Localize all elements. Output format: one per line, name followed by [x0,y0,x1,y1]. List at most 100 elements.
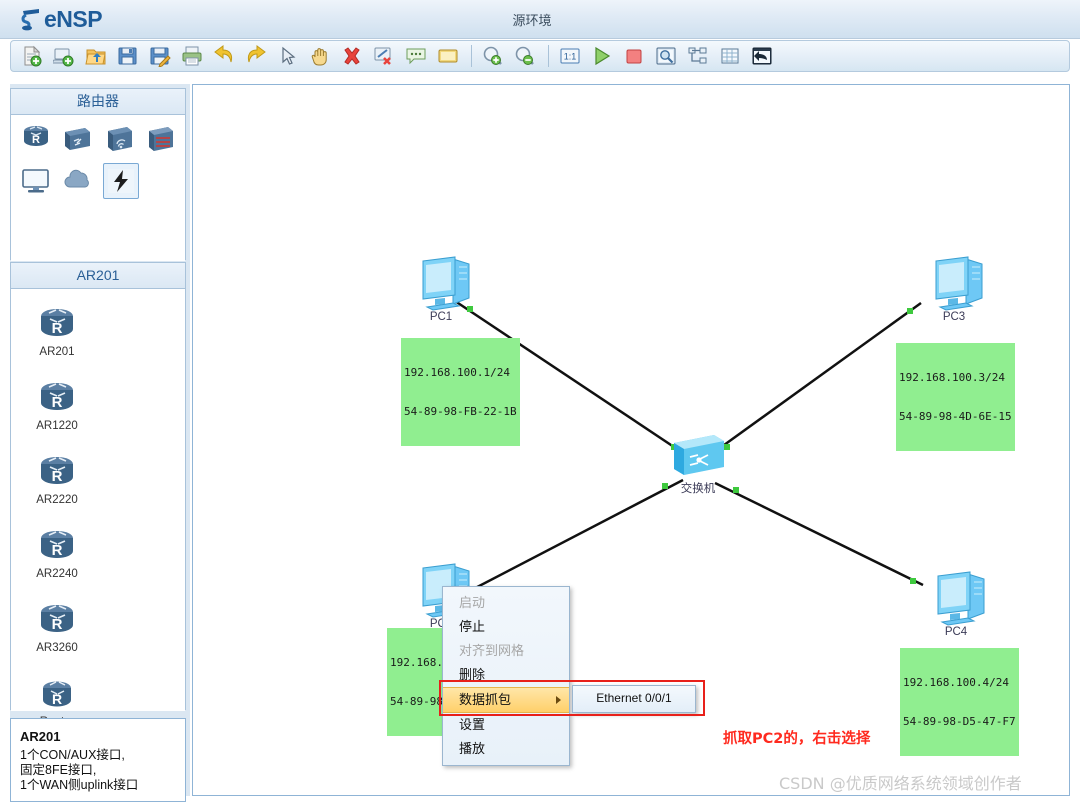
model-item-ar2220[interactable]: R AR2220 [15,445,99,519]
device-category-body: R [11,115,185,261]
node-context-menu[interactable]: 启动 停止 对齐到网格 删除 数据抓包 设置 播放 [442,586,570,766]
node-switch[interactable]: 交换机 [668,425,738,497]
description-line-1: 1个CON/AUX接口, [20,748,125,762]
print-icon[interactable] [177,42,206,70]
node-label: PC3 [942,311,966,323]
node-label: PC1 [429,311,453,323]
router-icon[interactable]: R [19,121,53,155]
node-pc1[interactable]: PC1 [415,255,481,325]
context-menu-item-capture[interactable]: 数据抓包 [443,687,569,713]
ip-address: 192.168.100.3/24 [899,371,1005,384]
model-item-ar1220[interactable]: R AR1220 [15,371,99,445]
svg-text:R: R [52,394,63,411]
svg-text:R: R [52,542,63,559]
delete-icon[interactable] [337,42,366,70]
router-model-icon: R [35,297,79,345]
device-model-body: R AR201 R AR1220 R AR2220 R AR2240 R AR3… [11,289,185,802]
node-label: PC4 [944,626,968,638]
context-menu-label: 停止 [459,619,486,634]
model-label: AR2240 [36,568,78,580]
router-model-icon: R [37,667,77,715]
main-toolbar: 1:1 [10,40,1070,72]
tooltip-tail [39,718,55,719]
device-icon-row-1: R [19,121,177,155]
window-title: 源环境 [512,13,552,28]
context-menu-item-settings[interactable]: 设置 [443,713,569,737]
model-label: AR201 [39,346,75,358]
node-pc3[interactable]: PC3 [928,255,994,325]
svg-text:R: R [32,134,40,146]
new-device-icon[interactable] [49,42,78,70]
svg-text:R: R [52,468,63,485]
delete-link-icon[interactable] [369,42,398,70]
endpoint-icon[interactable] [19,163,53,197]
capture-icon[interactable] [651,42,680,70]
link-pc2-switch [457,478,684,599]
new-topology-icon[interactable] [17,42,46,70]
port-status-dot-pc3 [907,308,913,314]
device-model-panel: AR201 R AR201 R AR1220 R AR2220 R AR2240… [10,262,186,802]
stop-all-icon[interactable] [619,42,648,70]
submenu-item-ethernet-0-0-1[interactable]: Ethernet 0/0/1 [573,686,695,710]
select-pointer-icon[interactable] [273,42,302,70]
context-menu-label: 设置 [459,717,486,732]
undo-icon[interactable] [209,42,238,70]
submenu-arrow-icon [556,696,561,704]
router-model-icon: R [35,371,79,419]
context-menu-item-play[interactable]: 播放 [443,737,569,761]
hand-pan-icon[interactable] [305,42,334,70]
ip-address: 192.168.100.1/24 [404,366,510,379]
device-category-title: 路由器 [11,89,185,115]
description-line-2: 固定8FE接口, [20,763,97,777]
context-menu-item-stop[interactable]: 停止 [443,615,569,639]
svg-text:R: R [52,320,63,337]
device-category-panel: 路由器 R [10,88,186,261]
node-pc4[interactable]: PC4 [930,570,996,640]
node-label: 交换机 [680,483,716,495]
topology-canvas[interactable]: PC1 192.168.100.1/24 54-89-98-FB-22-1B P… [192,84,1070,796]
ensp-application-window: eNSP 源环境 1:1 路由器 R AR201 R AR201 R AR122… [0,0,1080,802]
zoom-in-icon[interactable] [478,42,507,70]
topology-tree-icon[interactable] [683,42,712,70]
mac-address: 54-89-98-4D-6E-15 [899,410,1012,423]
add-note-icon[interactable] [401,42,430,70]
toolbar-separator-2 [548,45,549,67]
open-icon[interactable] [81,42,110,70]
capture-interface-submenu[interactable]: Ethernet 0/0/1 [572,685,696,713]
wlan-ap-icon[interactable] [102,121,136,155]
redo-icon[interactable] [241,42,270,70]
model-item-ar2240[interactable]: R AR2240 [15,519,99,593]
description-title: AR201 [20,729,61,744]
firewall-icon[interactable] [144,121,178,155]
save-icon[interactable] [113,42,142,70]
topology-canvas-content: PC1 192.168.100.1/24 54-89-98-FB-22-1B P… [193,85,1069,795]
context-menu-item-align-to-grid: 对齐到网格 [443,639,569,663]
mac-address: 54-89-98-FB-22-1B [404,405,517,418]
svg-text:R: R [52,616,63,633]
cloud-icon[interactable] [61,163,95,197]
add-shape-icon[interactable] [433,42,462,70]
context-menu-label: 启动 [459,595,486,610]
connection-icon[interactable] [103,163,139,199]
link-pc3-switch [712,301,922,455]
device-description-box: AR201 1个CON/AUX接口, 固定8FE接口, 1个WAN侧uplink… [10,718,186,802]
model-label: AR2220 [36,494,78,506]
save-as-icon[interactable] [145,42,174,70]
model-item-ar201[interactable]: R AR201 [15,297,99,371]
context-menu-item-delete[interactable]: 删除 [443,663,569,687]
grid-icon[interactable] [715,42,744,70]
toolbar-separator-1 [471,45,472,67]
title-bar: eNSP 源环境 [0,0,1080,39]
start-all-icon[interactable] [587,42,616,70]
switch-icon[interactable] [61,121,95,155]
zoom-out-icon[interactable] [510,42,539,70]
ip-tag-pc3: 192.168.100.3/24 54-89-98-4D-6E-15 [896,343,1015,451]
link-pc4-switch [714,481,924,587]
device-model-title: AR201 [11,263,185,289]
restore-window-icon[interactable] [747,42,776,70]
model-item-ar3260[interactable]: R AR3260 [15,593,99,667]
context-menu-label: 播放 [459,741,486,756]
actual-size-icon[interactable]: 1:1 [555,42,584,70]
context-menu-label: 对齐到网格 [459,643,525,658]
annotation-line-1: 抓取PC2的，右击选择 [723,731,871,747]
